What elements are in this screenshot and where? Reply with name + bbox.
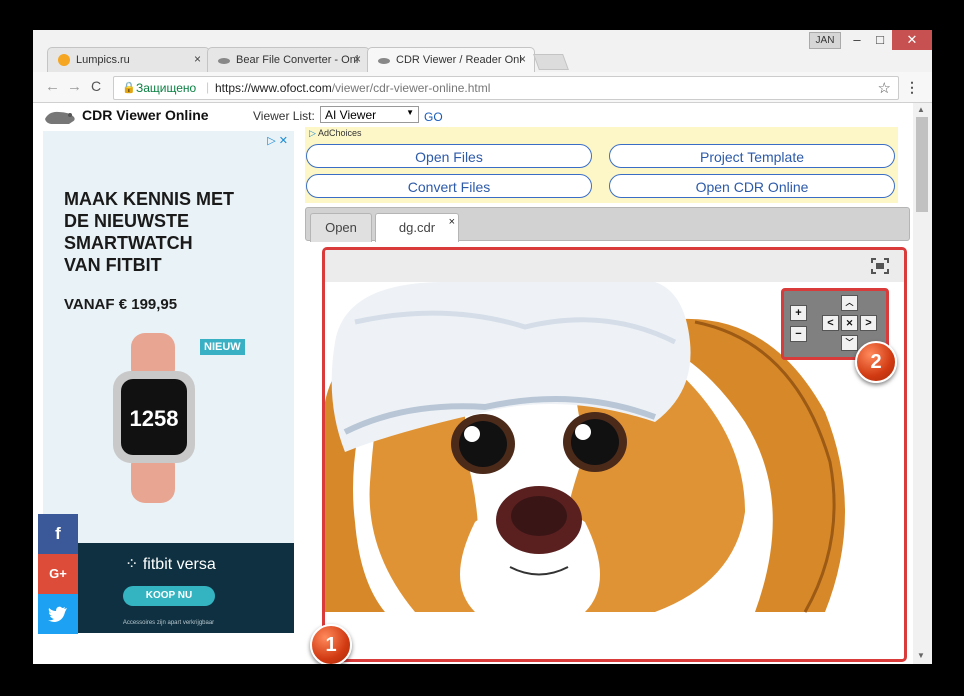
tab-close-icon[interactable]: × — [519, 52, 526, 66]
ad-price: VANAF € 199,95 — [64, 296, 178, 313]
url-path: /viewer/cdr-viewer-online.html — [331, 81, 491, 95]
viewer-list-label: Viewer List: — [253, 109, 315, 123]
page-content: CDR Viewer Online Viewer List: AI Viewer… — [33, 103, 932, 664]
ad-headline: MAAK KENNIS MET DE NIEUWSTE SMARTWATCH V… — [64, 188, 234, 276]
viewer-select[interactable]: AI Viewer ▼ — [320, 106, 419, 123]
pan-right-button[interactable]: > — [860, 315, 877, 331]
adchoices-label[interactable]: ▷ AdChoices — [309, 128, 361, 139]
close-window-button[interactable]: ✕ — [892, 30, 932, 50]
site-brand[interactable]: CDR Viewer Online — [43, 107, 233, 127]
pan-down-button[interactable]: ﹀ — [841, 335, 858, 351]
zoom-out-button[interactable]: − — [790, 326, 807, 342]
address-toolbar: ← → C 🔒 Защищено | https://www.ofoct.com… — [33, 72, 932, 103]
url-host: https://www.ofoct.com — [215, 81, 332, 95]
zoom-in-button[interactable]: + — [790, 305, 807, 321]
tab-dg-cdr[interactable]: dg.cdr × — [375, 213, 459, 242]
scroll-down-icon[interactable]: ▼ — [917, 651, 925, 660]
ad-small-print: Accessoires zijn apart verkrijgbaar — [122, 620, 215, 626]
url-text: https://www.ofoct.com/viewer/cdr-viewer-… — [215, 81, 490, 95]
watch-time: 1258 — [130, 406, 179, 431]
open-files-button[interactable]: Open Files — [306, 144, 592, 168]
ad-headline-line: SMARTWATCH — [64, 233, 193, 253]
tab-cdr-viewer[interactable]: CDR Viewer / Reader Onl × — [367, 47, 535, 72]
tab-open[interactable]: Open — [310, 213, 372, 242]
lock-icon: 🔒 — [122, 82, 136, 94]
browser-menu-icon[interactable]: ⋮ — [905, 79, 919, 96]
tab-close-icon[interactable]: × — [354, 52, 361, 66]
ad-headline-line: VAN FITBIT — [64, 255, 162, 275]
url-separator: | — [206, 80, 210, 94]
scroll-up-icon[interactable]: ▲ — [917, 105, 925, 114]
tab-bear-file-converter[interactable]: Bear File Converter - Onl × — [207, 47, 370, 72]
page-scrollbar[interactable]: ▲ ▼ — [913, 103, 932, 664]
bear-logo-icon — [45, 111, 75, 124]
viewer-top-bar — [325, 250, 904, 282]
brand-text: CDR Viewer Online — [82, 107, 209, 123]
reset-view-button[interactable]: ✕ — [841, 315, 858, 331]
adchoices-close-icon[interactable]: ▷ ✕ — [267, 134, 288, 147]
fullscreen-icon[interactable] — [871, 258, 889, 274]
maximize-button[interactable]: □ — [869, 30, 891, 50]
actions-panel: ▷ AdChoices Open Files Project Template … — [305, 127, 898, 203]
project-template-button[interactable]: Project Template — [609, 144, 895, 168]
minimize-button[interactable]: – — [846, 30, 868, 50]
secure-label: Защищено — [136, 81, 197, 95]
open-cdr-online-button[interactable]: Open CDR Online — [609, 174, 895, 198]
title-bar: Lumpics.ru × Bear File Converter - Onl ×… — [33, 30, 932, 72]
ad-footer: ⁘ fitbit versa KOOP NU Accessoires zijn … — [43, 543, 294, 633]
browser-window: Lumpics.ru × Bear File Converter - Onl ×… — [33, 30, 932, 664]
dropdown-arrow-icon: ▼ — [406, 108, 414, 117]
viewer-tabs-bar: Open dg.cdr × — [305, 207, 910, 242]
lumpics-favicon-icon — [58, 54, 70, 66]
bear-favicon-icon — [218, 58, 230, 64]
ad-headline-line: MAAK KENNIS MET — [64, 189, 234, 209]
twitter-share-button[interactable] — [38, 594, 78, 634]
facebook-icon: f — [55, 524, 61, 543]
bear-favicon-icon — [378, 58, 390, 64]
fitbit-dots-icon: ⁘ — [125, 556, 143, 573]
google-plus-share-button[interactable]: G+ — [38, 554, 78, 594]
address-bar[interactable]: 🔒 Защищено | https://www.ofoct.com/viewe… — [113, 76, 899, 100]
fitbit-brand-text: fitbit versa — [142, 556, 216, 573]
tab-close-icon[interactable]: × — [449, 208, 455, 236]
viewer-select-value: AI Viewer — [325, 108, 377, 122]
fitbit-ad-banner[interactable]: ▷ ✕ MAAK KENNIS MET DE NIEUWSTE SMARTWAT… — [43, 131, 294, 633]
convert-files-button[interactable]: Convert Files — [306, 174, 592, 198]
pan-left-button[interactable]: < — [822, 315, 839, 331]
pan-up-button[interactable]: ︿ — [841, 295, 858, 311]
scrollbar-thumb[interactable] — [916, 117, 928, 212]
buy-now-button[interactable]: KOOP NU — [123, 586, 215, 606]
twitter-icon — [48, 606, 67, 622]
tab-dg-cdr-label: dg.cdr — [398, 220, 436, 235]
user-profile-button[interactable]: JAN — [809, 32, 841, 49]
smartwatch-image: 1258 — [113, 333, 195, 503]
bookmark-star-icon[interactable]: ☆ — [878, 79, 891, 97]
new-tab-button[interactable] — [533, 54, 569, 70]
forward-arrow-icon[interactable]: → — [67, 78, 82, 95]
reload-icon[interactable]: C — [91, 78, 101, 94]
google-plus-icon: G+ — [49, 566, 67, 581]
facebook-share-button[interactable]: f — [38, 514, 78, 554]
go-link[interactable]: GO — [424, 110, 443, 124]
annotation-marker-1: 1 — [310, 624, 352, 664]
adchoices-icon: ▷ — [309, 128, 316, 138]
fitbit-logo: ⁘ fitbit versa — [125, 554, 216, 574]
annotation-marker-2: 2 — [855, 341, 897, 383]
tab-close-icon[interactable]: × — [194, 52, 201, 66]
tab-label: CDR Viewer / Reader Onl — [396, 54, 522, 66]
ad-headline-line: DE NIEUWSTE — [64, 211, 190, 231]
back-arrow-icon[interactable]: ← — [45, 78, 60, 95]
new-badge: NIEUW — [200, 339, 245, 355]
tab-lumpics[interactable]: Lumpics.ru × — [47, 47, 210, 72]
adchoices-text: AdChoices — [317, 128, 362, 138]
